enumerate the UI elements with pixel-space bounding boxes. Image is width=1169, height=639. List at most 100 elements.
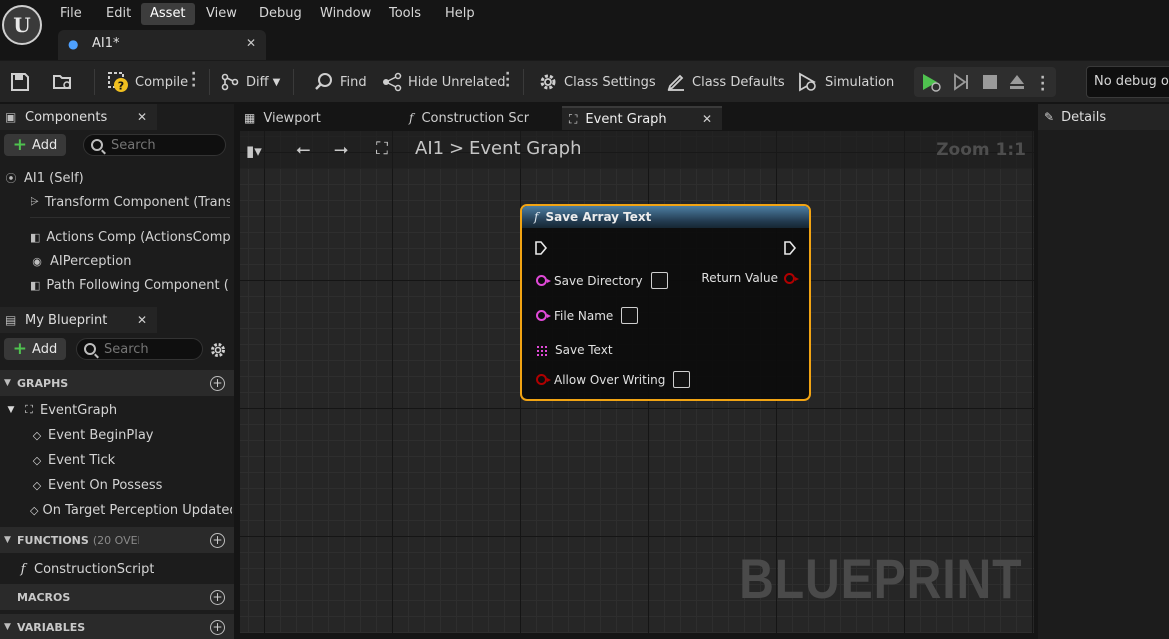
step-forward-icon[interactable] <box>952 73 970 91</box>
document-tab-label: AI1* <box>92 36 120 51</box>
event-item-target-perception-updated[interactable]: ◇ On Target Perception Updated (AIPercep… <box>30 499 232 521</box>
components-search[interactable] <box>83 134 226 156</box>
add-graph-icon[interactable]: + <box>210 376 225 391</box>
browse-button[interactable] <box>52 69 80 95</box>
forward-arrow-icon[interactable]: ⭢ <box>334 139 348 160</box>
menu-view[interactable]: View <box>197 3 246 25</box>
hide-unrelated-button[interactable]: Hide Unrelated <box>382 69 506 95</box>
graph-item-eventgraph[interactable]: ▼ ⛶ EventGraph <box>4 399 118 421</box>
menu-tools[interactable]: Tools <box>380 3 430 25</box>
menu-file[interactable]: File <box>51 3 91 25</box>
document-tab-ai1[interactable]: ● AI1* ✕ <box>58 30 266 60</box>
tab-viewport[interactable]: ▦ Viewport <box>237 106 397 130</box>
menu-help[interactable]: Help <box>436 3 484 25</box>
event-graph-icon: ⛶ <box>376 139 388 159</box>
chevron-down-icon: ▼ <box>4 378 11 388</box>
pin-label: Allow Over Writing <box>554 372 666 387</box>
close-icon[interactable]: ✕ <box>702 112 712 126</box>
unreal-logo-icon[interactable]: U <box>2 5 42 45</box>
add-component-button[interactable]: + Add <box>4 134 66 156</box>
component-icon: ◧ <box>30 278 41 292</box>
component-item-self[interactable]: ⦿ AI1 (Self) <box>4 167 236 189</box>
find-button[interactable]: Find <box>314 69 367 95</box>
menu-asset[interactable]: Asset <box>141 3 195 25</box>
back-arrow-icon[interactable]: ⭠ <box>296 139 310 160</box>
stop-icon[interactable] <box>982 74 998 90</box>
pin-label: Return Value <box>701 271 778 285</box>
function-icon: f <box>20 561 26 577</box>
pin-save-directory[interactable]: Save Directory <box>536 272 668 289</box>
breadcrumb-root[interactable]: AI1 <box>415 138 444 159</box>
debug-object-select[interactable]: No debug object selected <box>1086 66 1169 98</box>
add-member-button[interactable]: + Add <box>4 338 66 360</box>
find-options-icon[interactable]: · · · <box>505 67 510 93</box>
details-tab[interactable]: ✎ Details <box>1038 104 1169 130</box>
component-label: Actions Comp (ActionsComp) <box>46 229 230 245</box>
event-graph-icon: ⛶ <box>25 403 33 416</box>
menu-edit[interactable]: Edit <box>97 3 140 25</box>
pin-return-value[interactable]: Return Value <box>701 271 799 285</box>
close-icon[interactable]: ✕ <box>246 36 256 50</box>
menu-window[interactable]: Window <box>311 3 380 25</box>
pin-allow-over-writing[interactable]: Allow Over Writing <box>536 371 691 388</box>
add-function-icon[interactable]: + <box>210 533 225 548</box>
class-defaults-button[interactable]: Class Defaults <box>666 69 785 95</box>
components-tab[interactable]: ▣ Components ✕ <box>0 104 157 130</box>
components-title: Components <box>25 109 108 125</box>
component-label: AI1 (Self) <box>24 170 84 186</box>
gear-icon[interactable] <box>209 341 227 359</box>
event-item-on-possess[interactable]: ◇ Event On Possess <box>30 474 163 496</box>
save-button[interactable] <box>10 69 36 95</box>
menu-debug[interactable]: Debug <box>250 3 311 25</box>
tab-event-graph[interactable]: ⛶ Event Graph ✕ <box>562 106 722 130</box>
allow-over-writing-checkbox[interactable] <box>673 371 691 388</box>
exec-output-pin-icon[interactable] <box>783 240 797 256</box>
pin-file-name[interactable]: File Name <box>536 307 639 324</box>
eject-icon[interactable] <box>1008 73 1026 91</box>
node-header: f Save Array Text <box>522 206 809 228</box>
play-options-icon[interactable]: · · · <box>1040 71 1045 97</box>
toolbar-separator <box>523 69 524 95</box>
plus-icon: + <box>12 135 28 155</box>
add-variable-icon[interactable]: + <box>210 620 225 635</box>
tab-construction-script[interactable]: f Construction Script <box>402 106 562 130</box>
bookmark-icon[interactable]: ▮▾ <box>246 142 262 160</box>
variables-section[interactable]: ▼ VARIABLES + <box>0 614 234 639</box>
tab-label: Viewport <box>263 110 321 126</box>
save-directory-value-field[interactable] <box>650 272 668 289</box>
component-item-actions-comp[interactable]: ◧ Actions Comp (ActionsComp) ! <box>30 226 230 248</box>
event-item-beginplay[interactable]: ◇ Event BeginPlay <box>30 424 154 446</box>
search-icon <box>91 139 103 151</box>
add-macro-icon[interactable]: + <box>210 590 225 605</box>
graph-canvas[interactable]: ▮▾ ⭠ ⭢ ⛶ AI1 > Event Graph Zoom 1:1 f Sa… <box>240 131 1034 633</box>
diff-label: Diff <box>246 74 269 90</box>
file-name-value-field[interactable] <box>621 307 639 324</box>
class-settings-button[interactable]: Class Settings <box>538 69 656 95</box>
function-node-save-array-text[interactable]: f Save Array Text Save Directory File Na… <box>520 204 811 401</box>
play-icon[interactable] <box>920 72 942 92</box>
diff-button[interactable]: Diff ▼ <box>220 69 280 95</box>
function-item-constructionscript[interactable]: f ConstructionScript <box>16 558 155 580</box>
graphs-section[interactable]: ▼ GRAPHS + <box>0 370 234 396</box>
close-icon[interactable]: ✕ <box>137 313 147 327</box>
component-item-path-following[interactable]: ◧ Path Following Component (PathFollowin… <box>30 274 230 296</box>
functions-section[interactable]: ▼ FUNCTIONS (20 OVERRIDABLE) + <box>0 527 234 553</box>
my-blueprint-search-input[interactable] <box>104 341 194 357</box>
simulation-button[interactable]: Simulation <box>797 69 894 95</box>
my-blueprint-tab[interactable]: ▤ My Blueprint ✕ <box>0 307 157 333</box>
component-item-transform[interactable]: ⩥ Transform Component (TransformComponen… <box>30 191 230 213</box>
macros-section[interactable]: MACROS + <box>0 584 234 610</box>
event-item-tick[interactable]: ◇ Event Tick <box>30 449 115 471</box>
pin-save-text[interactable]: Save Text <box>536 343 613 357</box>
my-blueprint-search[interactable] <box>76 338 203 360</box>
compile-options-icon[interactable]: · · · <box>191 67 196 93</box>
pin-label: Save Directory <box>554 273 643 288</box>
exec-input-pin-icon[interactable] <box>534 240 548 256</box>
compile-button[interactable]: ? Compile <box>107 69 188 95</box>
event-icon: ◇ <box>32 428 42 442</box>
components-search-input[interactable] <box>111 137 211 153</box>
play-controls: · · · <box>914 67 1056 97</box>
close-icon[interactable]: ✕ <box>137 110 147 124</box>
component-item-aiperception[interactable]: ◉ AIPerception <box>30 250 230 272</box>
viewport-icon: ▦ <box>244 111 256 125</box>
